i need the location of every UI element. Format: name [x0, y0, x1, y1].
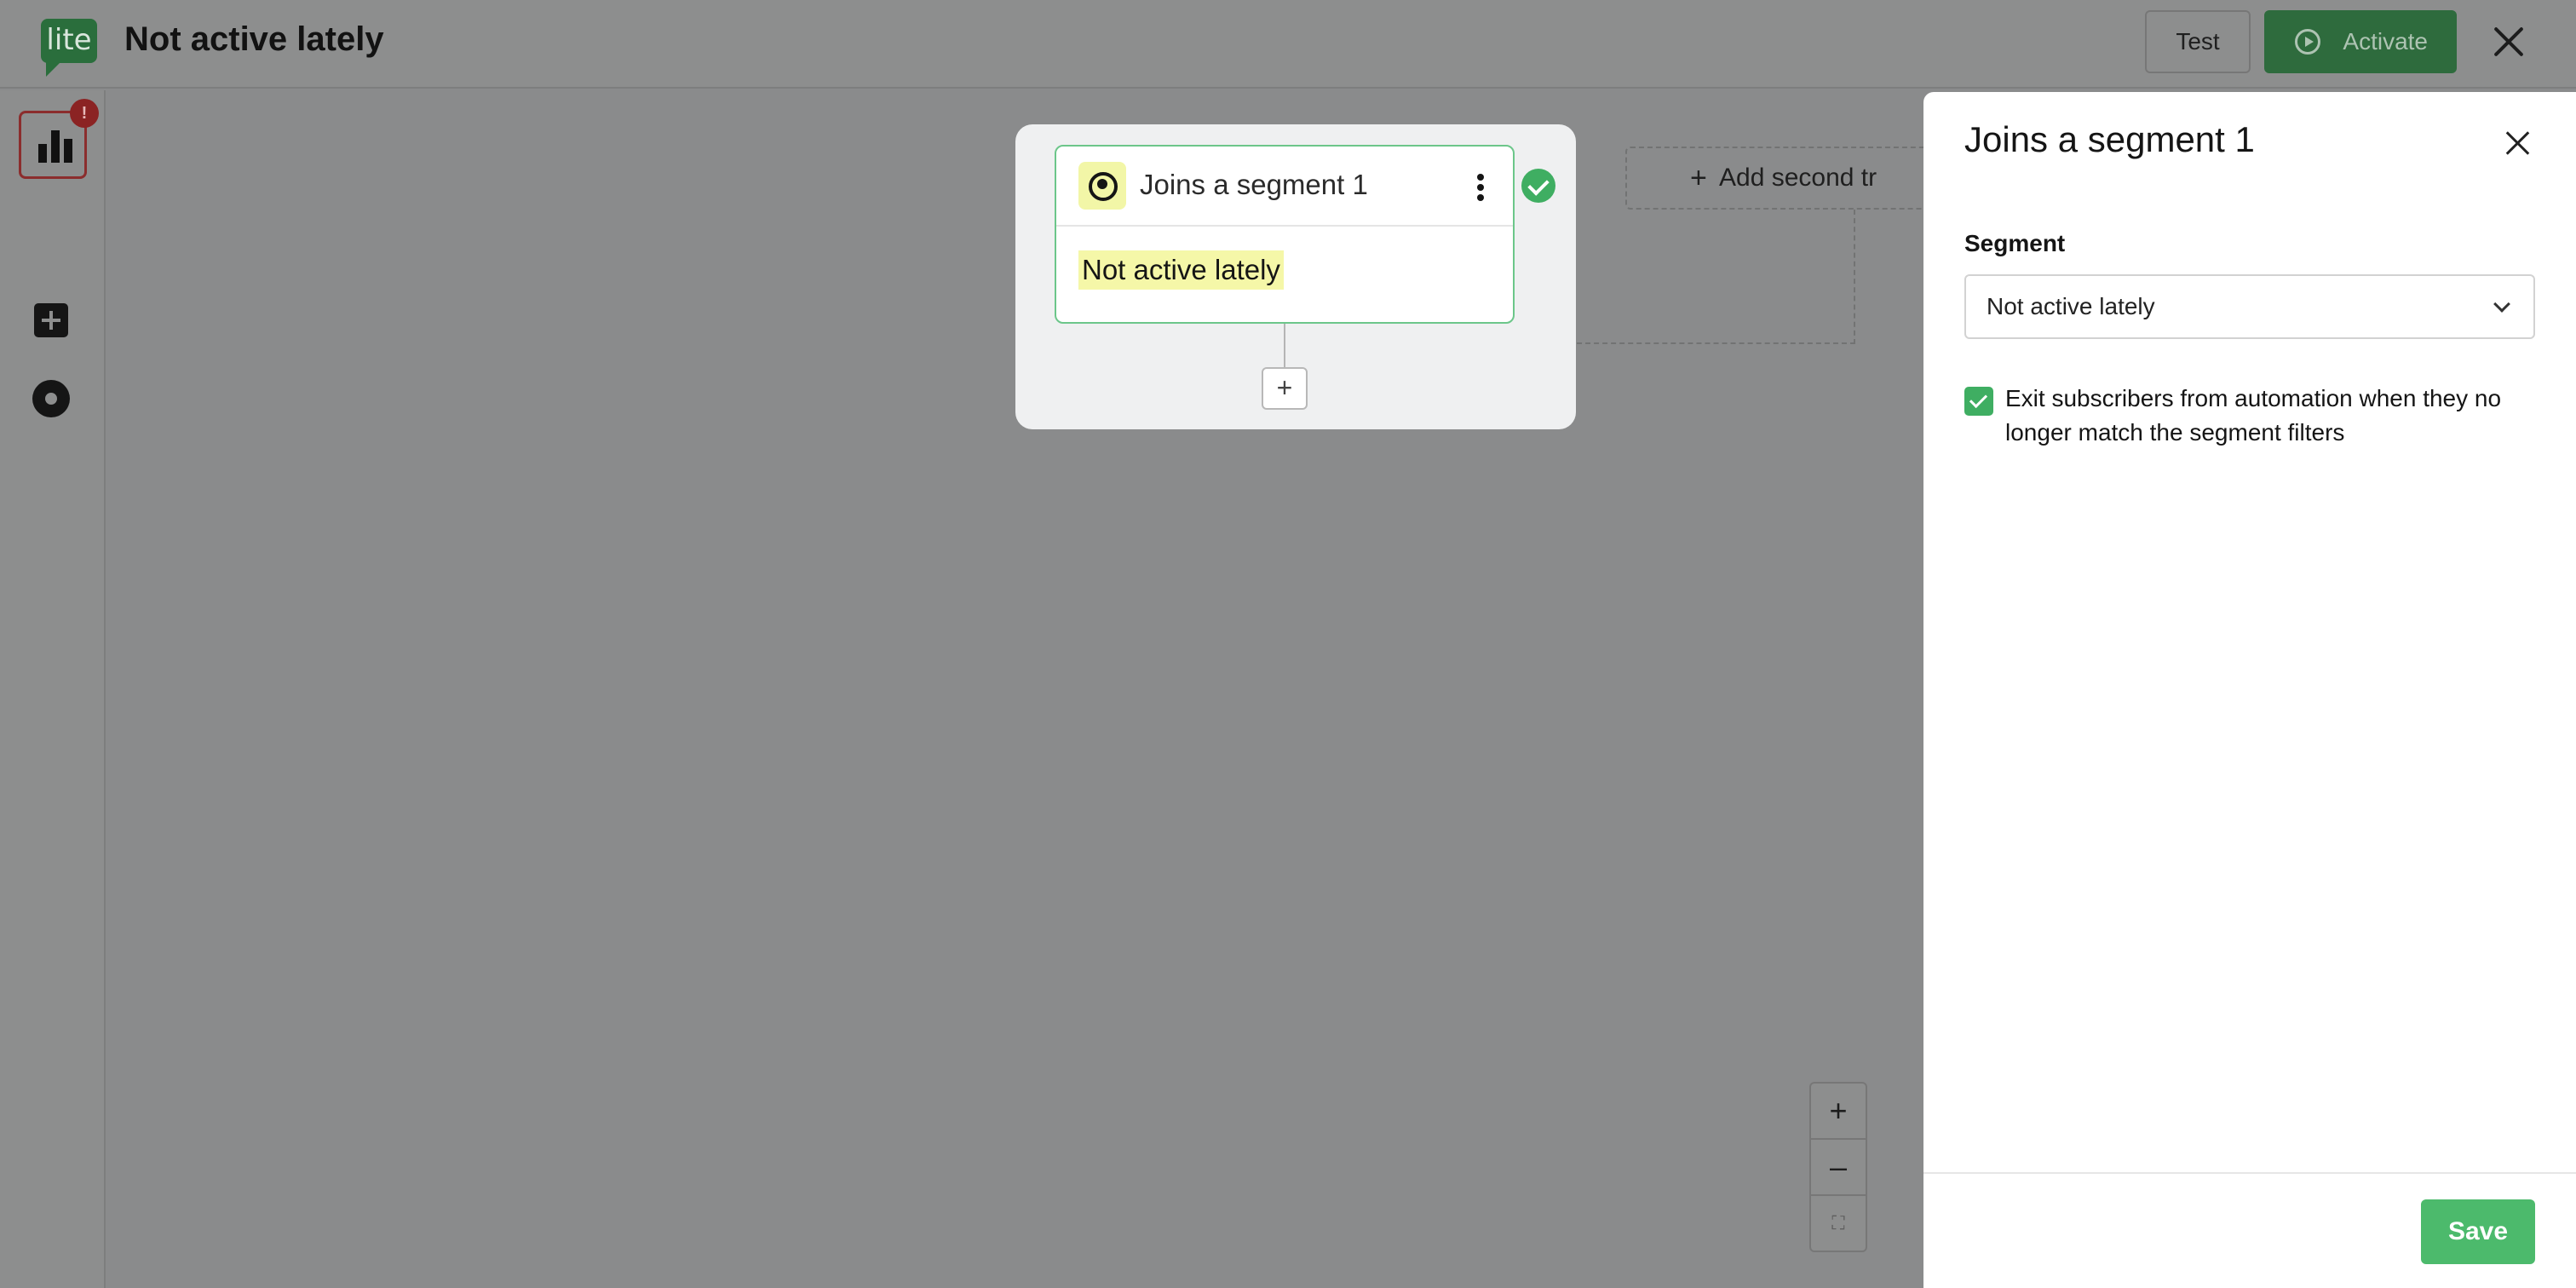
zoom-in-button[interactable]: +	[1811, 1084, 1866, 1140]
logo-tail	[46, 60, 63, 77]
more-options-icon[interactable]	[1477, 174, 1484, 201]
panel-footer-divider	[1923, 1172, 2576, 1174]
left-sidebar: !	[0, 90, 106, 1288]
segment-select[interactable]: Not active lately	[1964, 274, 2535, 339]
gear-icon[interactable]	[32, 380, 70, 417]
close-icon[interactable]	[2503, 128, 2533, 158]
trigger-settings-panel: Joins a segment 1 Segment Not active lat…	[1923, 92, 2576, 1288]
page-title: Not active lately	[124, 20, 384, 58]
trigger-card[interactable]: Joins a segment 1 Not active lately	[1055, 145, 1515, 324]
save-button[interactable]: Save	[2421, 1199, 2535, 1264]
play-icon	[2295, 29, 2320, 55]
trigger-segment-value: Not active lately	[1078, 250, 1284, 290]
alert-badge: !	[70, 99, 99, 128]
test-button[interactable]: Test	[2145, 10, 2251, 73]
step-connector	[1284, 324, 1285, 368]
exit-subscribers-checkbox[interactable]	[1964, 387, 1993, 416]
mailerlite-logo[interactable]: lite	[41, 19, 97, 63]
top-header: lite Not active lately Test Activate	[0, 0, 2576, 89]
add-icon[interactable]	[34, 303, 68, 337]
activate-label: Activate	[2343, 28, 2428, 55]
exit-subscribers-label[interactable]: Exit subscribers from automation when th…	[2005, 382, 2533, 450]
add-second-trigger-button[interactable]: + Add second tr	[1625, 147, 1932, 210]
check-circle-icon	[1521, 169, 1555, 203]
segment-icon	[1078, 162, 1126, 210]
trigger-title: Joins a segment 1	[1140, 169, 1368, 200]
zoom-controls: + – ⛶	[1809, 1082, 1867, 1252]
panel-title: Joins a segment 1	[1964, 119, 2255, 159]
plus-icon: +	[1690, 162, 1707, 194]
trigger-card-body: Not active lately	[1056, 227, 1513, 322]
add-second-trigger-label: Add second tr	[1719, 164, 1877, 192]
chevron-down-icon	[2493, 296, 2510, 313]
trigger-card-header: Joins a segment 1	[1056, 147, 1513, 227]
zoom-out-button[interactable]: –	[1811, 1140, 1866, 1196]
activate-button[interactable]: Activate	[2264, 10, 2457, 73]
dashed-connector-vertical	[1854, 210, 1855, 344]
segment-field-label: Segment	[1964, 230, 2066, 256]
fit-screen-icon[interactable]: ⛶	[1811, 1196, 1866, 1252]
close-icon[interactable]	[2489, 22, 2528, 61]
add-step-button[interactable]: +	[1262, 367, 1308, 410]
bar-chart-icon	[38, 129, 72, 163]
segment-select-value: Not active lately	[1987, 293, 2155, 319]
